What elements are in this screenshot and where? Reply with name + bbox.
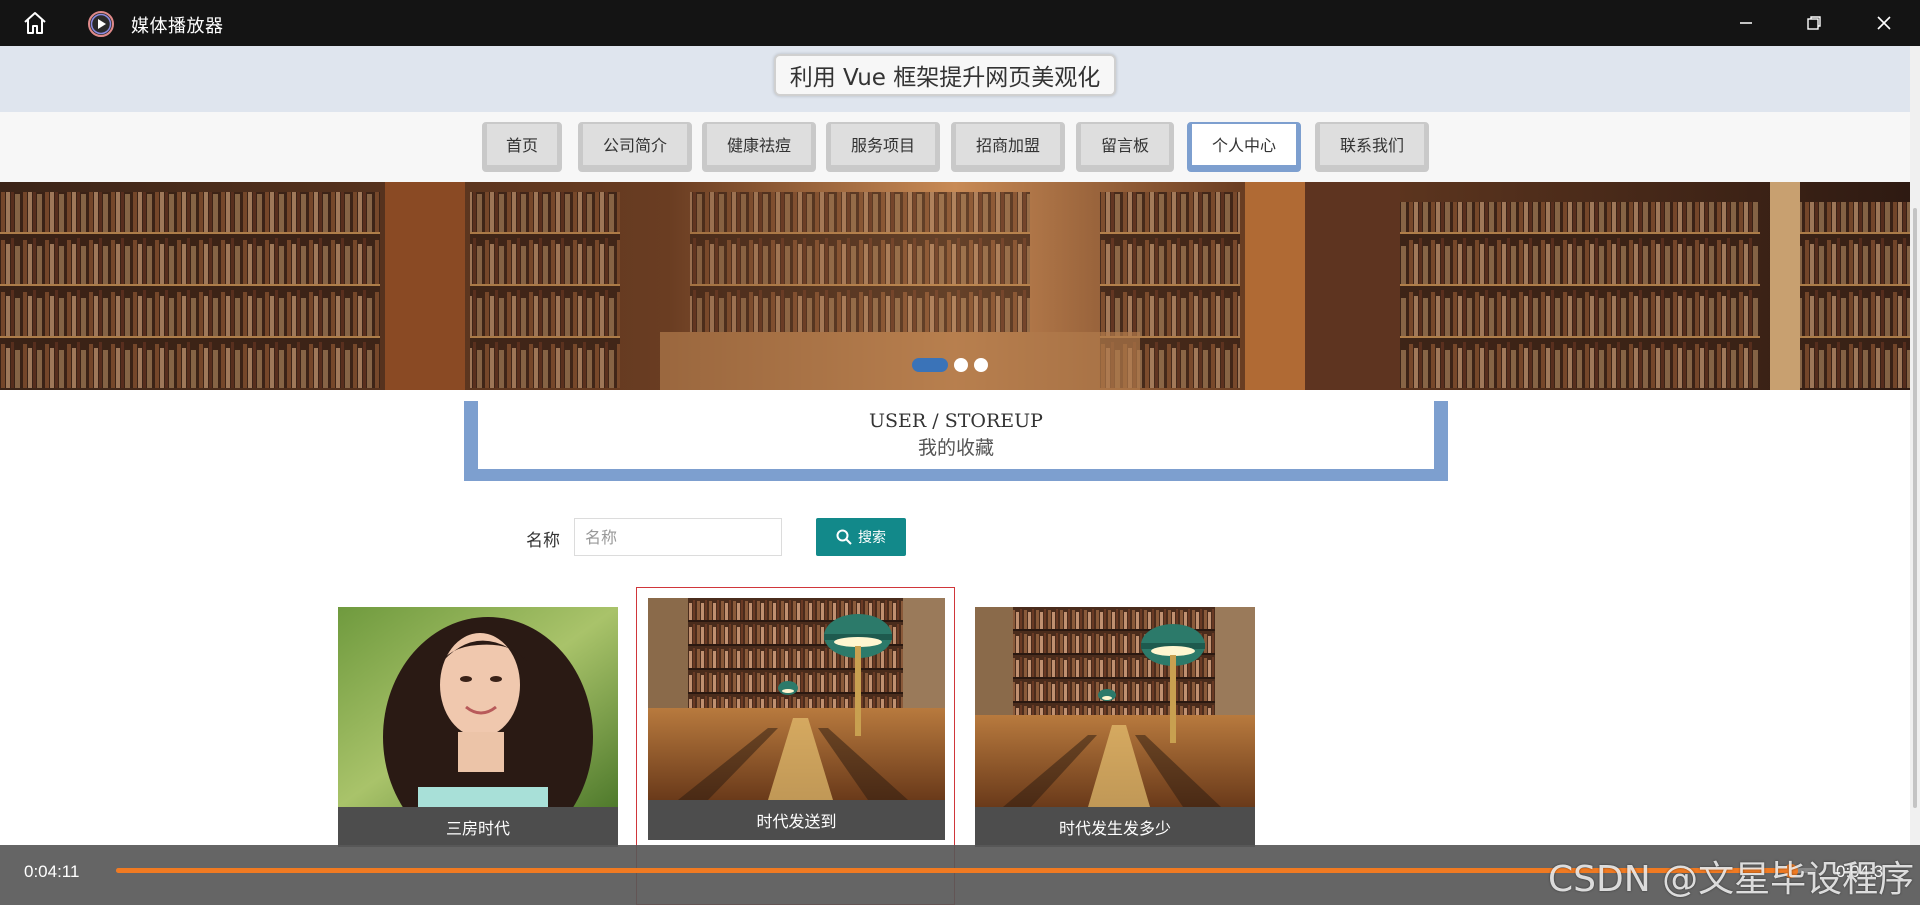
carousel-dot-1[interactable] xyxy=(912,358,948,372)
card-caption: 时代发生发多少 xyxy=(975,807,1255,847)
search-input[interactable] xyxy=(574,518,782,556)
nav-item-guestbook[interactable]: 留言板 xyxy=(1076,122,1174,172)
favorite-card[interactable]: 三房时代 xyxy=(338,607,618,847)
section-title-en: USER / STOREUP xyxy=(869,410,1043,432)
carousel-dot-2[interactable] xyxy=(954,358,968,372)
favorite-card[interactable]: 时代发生发多少 xyxy=(975,607,1255,847)
elapsed-time: 0:04:11 xyxy=(24,862,80,881)
nav-item-contact[interactable]: 联系我们 xyxy=(1315,122,1429,172)
nav-item-acne[interactable]: 健康祛痘 xyxy=(702,122,816,172)
nav-item-company[interactable]: 公司简介 xyxy=(578,122,692,172)
card-image-library xyxy=(975,607,1255,807)
restore-button[interactable] xyxy=(1780,0,1848,46)
carousel-dot-3[interactable] xyxy=(974,358,988,372)
card-caption: 三房时代 xyxy=(338,807,618,847)
home-icon[interactable] xyxy=(22,11,48,35)
search-button-label: 搜索 xyxy=(858,530,886,546)
progress-fill xyxy=(116,868,1791,873)
section-title-cn: 我的收藏 xyxy=(917,437,994,459)
search-label: 名称 xyxy=(526,531,560,551)
watermark: CSDN @文星毕设程序 xyxy=(1548,859,1915,900)
card-image-portrait xyxy=(338,607,618,807)
window-title: 媒体播放器 xyxy=(131,16,224,37)
nav-item-home[interactable]: 首页 xyxy=(482,122,562,172)
close-icon xyxy=(1877,16,1891,30)
minimize-icon xyxy=(1740,22,1752,24)
minimize-button[interactable] xyxy=(1712,0,1780,46)
scrollbar-thumb[interactable] xyxy=(1913,208,1917,808)
nav-item-franchise[interactable]: 招商加盟 xyxy=(951,122,1065,172)
close-button[interactable] xyxy=(1850,0,1918,46)
restore-icon xyxy=(1807,16,1821,30)
search-icon xyxy=(836,529,852,545)
nav-item-personal-center[interactable]: 个人中心 xyxy=(1187,122,1301,172)
search-button[interactable]: 搜索 xyxy=(816,518,906,556)
window-title-bar xyxy=(0,0,1920,46)
page-scrollbar[interactable] xyxy=(1910,46,1920,846)
nav-item-services[interactable]: 服务项目 xyxy=(826,122,940,172)
carousel-indicators xyxy=(912,358,988,372)
play-circle-icon xyxy=(87,10,115,38)
site-title: 利用 Vue 框架提升网页美观化 xyxy=(774,54,1116,96)
